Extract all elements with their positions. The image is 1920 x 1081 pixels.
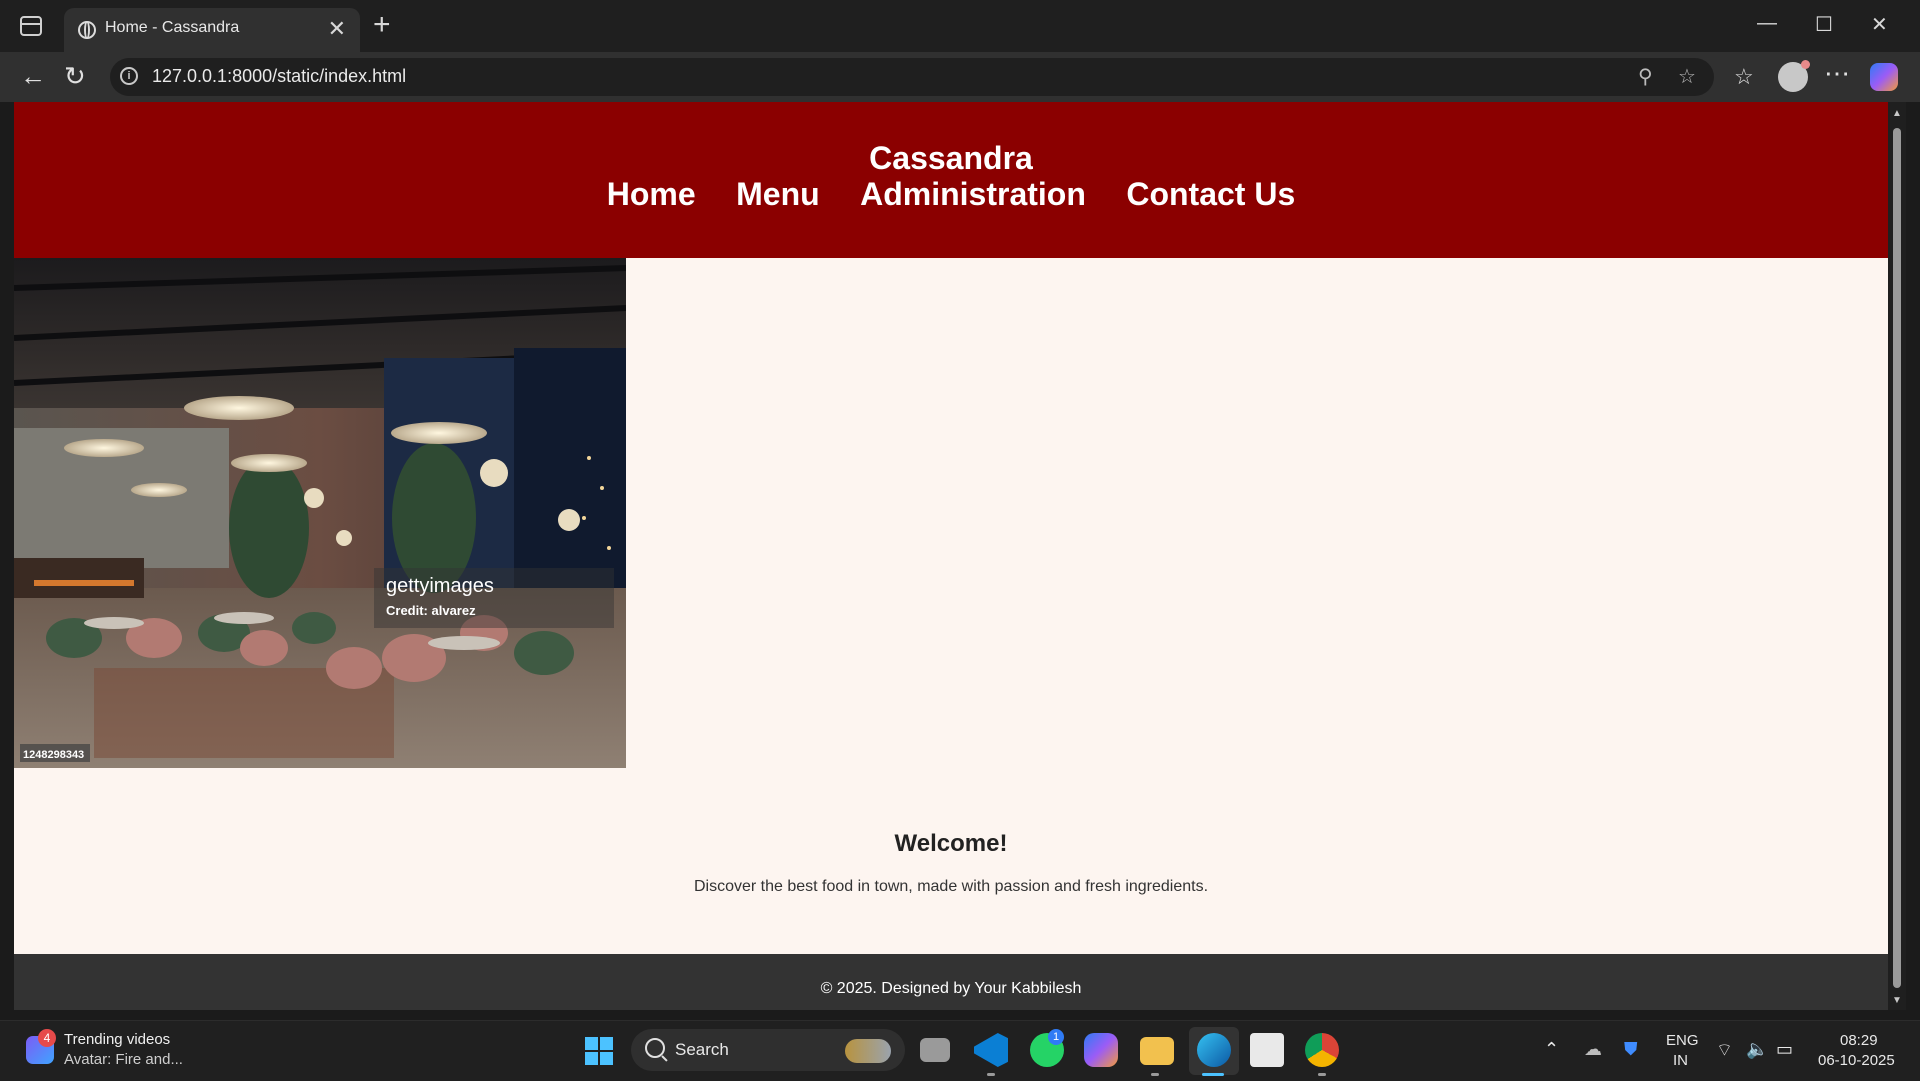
minimize-button[interactable]: —: [1757, 12, 1777, 35]
language-primary[interactable]: ENG: [1666, 1032, 1699, 1049]
widgets-badge: 4: [38, 1029, 56, 1047]
page-viewport: Cassandra Home Menu Administration Conta…: [14, 102, 1888, 1010]
reload-icon[interactable]: ↻: [64, 61, 86, 92]
getty-credit: Credit: alvarez: [386, 603, 476, 618]
vscode-running-indicator: [987, 1073, 995, 1076]
widget-title[interactable]: Trending videos: [64, 1031, 170, 1048]
search-highlight-icon: [845, 1039, 891, 1063]
clock-time[interactable]: 08:29: [1840, 1032, 1878, 1049]
nav-link-contact[interactable]: Contact Us: [1126, 176, 1295, 212]
url-text[interactable]: 127.0.0.1:8000/static/index.html: [152, 66, 406, 87]
vscode-icon[interactable]: [974, 1033, 1008, 1067]
onedrive-icon[interactable]: ☁: [1584, 1039, 1602, 1060]
widget-subtitle[interactable]: Avatar: Fire and...: [64, 1051, 183, 1068]
favorites-icon[interactable]: ☆: [1734, 64, 1754, 90]
task-view-icon[interactable]: [920, 1038, 950, 1062]
restaurant-photo: gettyimages Credit: alvarez 1248298343: [14, 258, 626, 768]
wifi-icon[interactable]: ⌔: [1716, 1039, 1733, 1062]
search-label: Search: [675, 1040, 729, 1059]
back-arrow-icon[interactable]: ←: [20, 61, 46, 92]
info-icon[interactable]: i: [120, 67, 138, 85]
browser-tab-home[interactable]: Home - Cassandra ✕: [64, 8, 360, 52]
security-shield-icon[interactable]: ⛊: [1624, 1039, 1638, 1060]
search-icon: [645, 1038, 665, 1058]
chevron-up-icon[interactable]: ⌃: [1544, 1039, 1559, 1060]
zoom-icon[interactable]: ⚲: [1638, 64, 1653, 89]
globe-icon: [78, 21, 96, 39]
close-tab-icon[interactable]: ✕: [328, 16, 346, 42]
page-scrollbar[interactable]: ▲ ▼: [1888, 102, 1906, 1010]
welcome-text: Discover the best food in town, made wit…: [693, 878, 1209, 895]
scrollbar-thumb[interactable]: [1893, 128, 1901, 988]
windows-start-icon[interactable]: [585, 1037, 613, 1065]
close-window-button[interactable]: ✕: [1871, 12, 1888, 37]
site-nav: Home Menu Administration Contact Us: [14, 176, 1888, 213]
browser-toolbar: ← ↻ i 127.0.0.1:8000/static/index.html ⚲…: [0, 52, 1920, 102]
language-secondary[interactable]: IN: [1673, 1052, 1688, 1069]
maximize-button[interactable]: ☐: [1815, 12, 1833, 37]
welcome-heading: Welcome!: [894, 830, 1008, 857]
scroll-up-arrow-icon[interactable]: ▲: [1892, 108, 1902, 119]
sidebar-toggle-icon[interactable]: [20, 16, 42, 36]
nav-link-administration[interactable]: Administration: [860, 176, 1086, 212]
taskbar: 4 Trending videos Avatar: Fire and... Se…: [0, 1020, 1920, 1081]
more-icon[interactable]: ⋯: [1824, 58, 1850, 89]
site-header: Cassandra Home Menu Administration Conta…: [14, 102, 1888, 258]
profile-icon[interactable]: [1778, 60, 1810, 92]
copilot-app-icon[interactable]: [1084, 1033, 1118, 1067]
whatsapp-badge: 1: [1048, 1029, 1064, 1045]
battery-icon[interactable]: ▭: [1776, 1039, 1793, 1060]
store-icon[interactable]: [1250, 1033, 1284, 1067]
edge-active-indicator: [1202, 1073, 1224, 1076]
taskbar-search[interactable]: Search: [631, 1029, 905, 1071]
explorer-running-indicator: [1151, 1073, 1159, 1076]
address-bar[interactable]: i 127.0.0.1:8000/static/index.html ⚲ ☆: [110, 58, 1714, 96]
image-id-label: 1248298343: [23, 749, 84, 761]
star-icon[interactable]: ☆: [1678, 64, 1696, 89]
copilot-icon[interactable]: [1870, 63, 1898, 91]
volume-icon[interactable]: 🔈: [1746, 1039, 1768, 1060]
site-brand: Cassandra: [869, 140, 1033, 176]
nav-link-menu[interactable]: Menu: [736, 176, 820, 212]
tab-title: Home - Cassandra: [105, 19, 240, 36]
clock-date[interactable]: 06-10-2025: [1818, 1052, 1895, 1069]
edge-icon[interactable]: [1197, 1033, 1231, 1067]
site-footer: © 2025. Designed by Your Kabbilesh: [14, 954, 1888, 1010]
nav-link-home[interactable]: Home: [607, 176, 696, 212]
hero-image: gettyimages Credit: alvarez 1248298343: [14, 258, 626, 768]
file-explorer-icon[interactable]: [1140, 1037, 1174, 1065]
chrome-icon[interactable]: [1305, 1033, 1339, 1067]
getty-watermark: gettyimages: [386, 575, 494, 597]
chrome-running-indicator: [1318, 1073, 1326, 1076]
scroll-down-arrow-icon[interactable]: ▼: [1892, 995, 1902, 1006]
new-tab-button[interactable]: +: [373, 8, 391, 42]
browser-tab-strip: Home - Cassandra ✕ + — ☐ ✕: [0, 0, 1920, 52]
footer-text: © 2025. Designed by Your Kabbilesh: [820, 980, 1082, 997]
